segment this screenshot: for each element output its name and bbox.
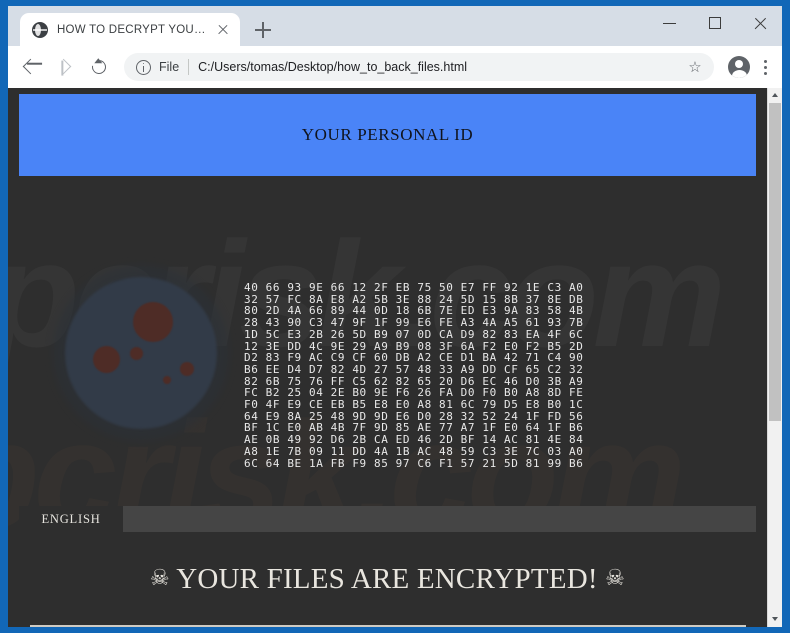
personal-id-banner: YOUR PERSONAL ID bbox=[19, 94, 756, 176]
scroll-up-button[interactable] bbox=[768, 88, 782, 103]
language-tab-strip bbox=[19, 506, 756, 532]
skull-and-crossbones-icon: ☠ bbox=[605, 564, 626, 590]
window-controls bbox=[647, 6, 782, 40]
personal-id-hex-dump: 40 66 93 9E 66 12 2F EB 75 50 E7 FF 92 1… bbox=[244, 281, 584, 470]
back-arrow-icon bbox=[22, 58, 39, 75]
page-scrollbar[interactable] bbox=[767, 88, 782, 627]
page-viewport: pcrisk.com pcrisk.com YOUR PERSONAL ID 4… bbox=[8, 88, 782, 627]
scroll-down-arrow-icon bbox=[771, 617, 778, 621]
scrollbar-thumb[interactable] bbox=[769, 103, 781, 421]
minimize-button[interactable] bbox=[647, 6, 692, 40]
personal-id-heading: YOUR PERSONAL ID bbox=[301, 125, 474, 144]
tab-strip: HOW TO DECRYPT YOUR FILES bbox=[8, 6, 782, 46]
browser-toolbar: File C:/Users/tomas/Desktop/how_to_back_… bbox=[8, 46, 782, 88]
decorative-dot bbox=[180, 362, 194, 376]
maximize-icon bbox=[709, 17, 721, 29]
browser-chrome: HOW TO DECRYPT YOUR FILES bbox=[8, 6, 782, 627]
horizontal-rule bbox=[30, 625, 746, 627]
scroll-down-button[interactable] bbox=[768, 612, 782, 627]
decorative-dot bbox=[93, 346, 120, 373]
language-tab-english[interactable]: ENGLISH bbox=[19, 506, 123, 532]
info-circle-icon[interactable] bbox=[136, 59, 151, 75]
kebab-menu-icon[interactable] bbox=[756, 55, 774, 79]
skull-and-crossbones-icon: ☠ bbox=[149, 564, 170, 590]
tab-close-icon[interactable] bbox=[214, 21, 232, 39]
avatar-icon[interactable] bbox=[728, 56, 750, 78]
scroll-up-arrow-icon bbox=[771, 93, 778, 97]
reload-button[interactable] bbox=[84, 52, 114, 82]
ransom-headline: ☠ YOUR FILES ARE ENCRYPTED! ☠ bbox=[150, 563, 625, 596]
star-icon[interactable]: ☆ bbox=[686, 60, 704, 75]
forward-button[interactable] bbox=[50, 52, 80, 82]
headline-panel: ☠ YOUR FILES ARE ENCRYPTED! ☠ bbox=[19, 532, 756, 626]
new-tab-button[interactable] bbox=[251, 18, 275, 42]
decorative-dot bbox=[163, 376, 171, 384]
browser-tab[interactable]: HOW TO DECRYPT YOUR FILES bbox=[20, 13, 240, 46]
minimize-icon bbox=[663, 23, 676, 25]
decorative-dot bbox=[130, 347, 143, 360]
forward-arrow-icon bbox=[55, 58, 72, 75]
language-tab-label: ENGLISH bbox=[41, 511, 101, 526]
tab-title: HOW TO DECRYPT YOUR FILES bbox=[57, 23, 214, 36]
os-window-frame: HOW TO DECRYPT YOUR FILES bbox=[0, 0, 790, 633]
ransom-headline-text: YOUR FILES ARE ENCRYPTED! bbox=[176, 562, 598, 595]
decorative-dot bbox=[133, 302, 173, 342]
scheme-label: File bbox=[159, 60, 180, 74]
maximize-button[interactable] bbox=[692, 6, 737, 40]
close-window-button[interactable] bbox=[737, 6, 782, 40]
omnibox-divider bbox=[188, 59, 190, 75]
url-text: C:/Users/tomas/Desktop/how_to_back_files… bbox=[198, 60, 468, 74]
back-button[interactable] bbox=[16, 52, 46, 82]
reload-icon bbox=[89, 57, 109, 77]
globe-icon bbox=[32, 21, 48, 38]
ransom-note-page: pcrisk.com pcrisk.com YOUR PERSONAL ID 4… bbox=[8, 88, 767, 627]
address-bar[interactable]: File C:/Users/tomas/Desktop/how_to_back_… bbox=[124, 53, 714, 81]
